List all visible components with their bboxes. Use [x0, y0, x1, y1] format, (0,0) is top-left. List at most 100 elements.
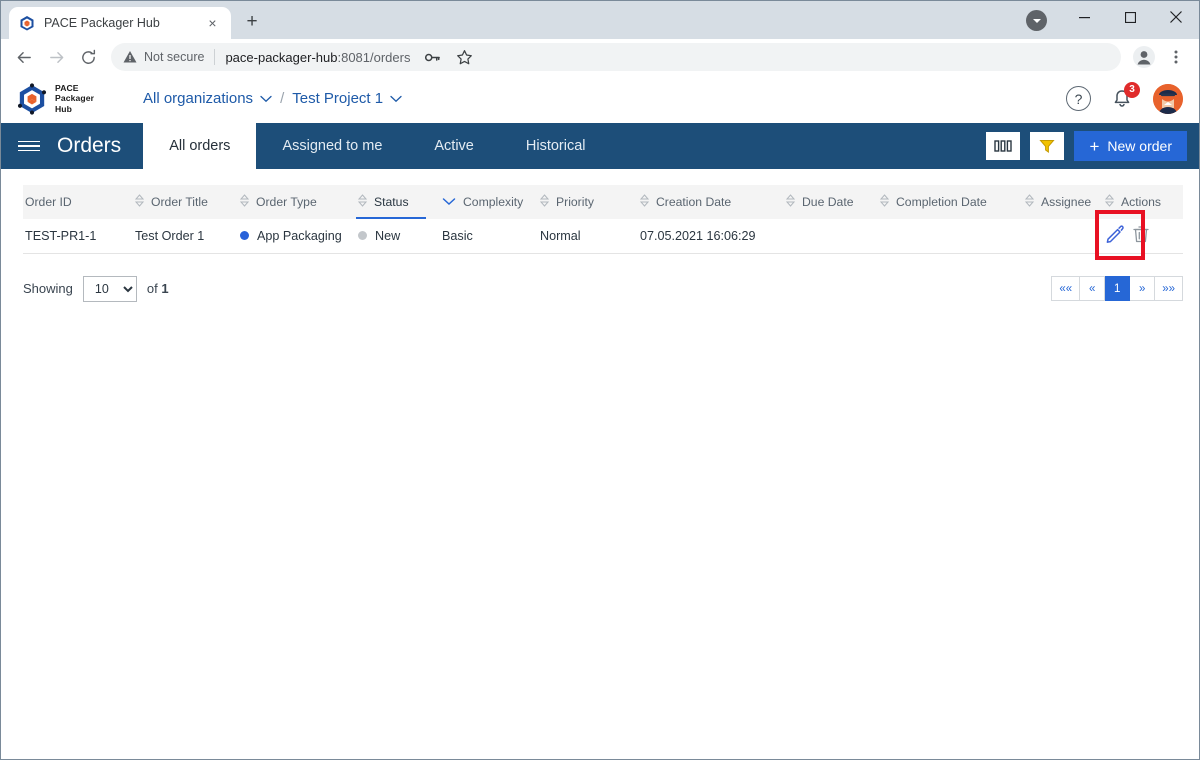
sort-icon [239, 194, 250, 210]
maximize-button[interactable] [1107, 1, 1153, 33]
more-menu-icon[interactable] [1161, 42, 1191, 72]
app-header: PACE Packager Hub All organizations / Te… [1, 75, 1199, 123]
tab-all-orders[interactable]: All orders [143, 123, 257, 169]
back-arrow-icon[interactable] [9, 42, 39, 72]
cell-order-id: TEST-PR1-1 [23, 219, 133, 254]
nav-tabs: All orders Assigned to me Active Histori… [143, 123, 611, 169]
sort-icon [1104, 194, 1115, 210]
app-logo[interactable]: PACE Packager Hub [17, 83, 129, 115]
pagination-bar: Showing 10 25 50 100 of 1 «« « 1 » »» [23, 275, 1183, 302]
table-row[interactable]: TEST-PR1-1 Test Order 1 App Packaging Ne… [23, 210, 1183, 260]
showing-label: Showing [23, 281, 73, 296]
not-secure-warning-icon [123, 50, 137, 64]
page-size-control: Showing 10 25 50 100 of 1 [23, 275, 169, 302]
app-navbar: Orders All orders Assigned to me Active … [1, 123, 1199, 169]
hamburger-menu-icon[interactable] [1, 123, 57, 169]
breadcrumb-project-label: Test Project 1 [292, 90, 384, 107]
address-bar[interactable]: Not secure pace-packager-hub:8081/orders [111, 43, 1121, 71]
notifications-button[interactable]: 3 [1109, 81, 1140, 112]
filter-funnel-icon[interactable] [1030, 132, 1065, 160]
page-next-button[interactable]: » [1130, 276, 1156, 301]
col-complexity[interactable]: Complexity [440, 185, 538, 219]
order-type-dot [240, 231, 249, 241]
brand-line-1: PACE [55, 82, 79, 93]
page-first-button[interactable]: «« [1051, 276, 1081, 301]
col-creation-date[interactable]: Creation Date [638, 185, 784, 219]
page-size-select[interactable]: 10 25 50 100 [82, 275, 137, 302]
edit-pencil-icon[interactable] [1105, 224, 1125, 247]
of-label: of [146, 281, 158, 296]
col-assignee[interactable]: Assignee [1023, 185, 1103, 219]
cube-logo-icon [19, 15, 35, 31]
cell-priority: Normal [538, 219, 638, 254]
table-header-row: Order ID Order Title Order Type Status C… [23, 185, 1183, 219]
star-icon[interactable] [449, 42, 479, 72]
sort-icon [357, 194, 368, 210]
browser-toolbar: Not secure pace-packager-hub:8081/orders [1, 39, 1199, 75]
cell-complexity: Basic [440, 219, 538, 254]
col-due-date[interactable]: Due Date [784, 185, 878, 219]
navbar-actions: + New order [986, 123, 1199, 169]
col-order-id[interactable]: Order ID [23, 185, 133, 219]
breadcrumb-separator: / [280, 90, 285, 107]
sort-icon [134, 194, 145, 210]
col-order-type-label: Order Type [256, 195, 317, 209]
page-title: Orders [57, 134, 122, 157]
omnibox-divider [214, 49, 216, 65]
close-icon[interactable]: × [204, 15, 221, 32]
browser-tab[interactable]: PACE Packager Hub × [9, 7, 231, 39]
col-priority-label: Priority [556, 195, 594, 209]
col-priority[interactable]: Priority [538, 185, 638, 219]
brand-line-3: Hub [55, 103, 73, 114]
plus-icon: + [1089, 136, 1100, 156]
col-assignee-label: Assignee [1041, 195, 1092, 209]
table-header: Order ID Order Title Order Type Status C… [23, 185, 1183, 219]
col-completion-date[interactable]: Completion Date [878, 185, 1023, 219]
chevron-down-icon [260, 90, 272, 107]
notification-badge: 3 [1124, 81, 1140, 98]
cell-order-type: App Packaging [238, 219, 356, 254]
avatar[interactable] [1153, 83, 1183, 114]
brand-line-2: Packager [55, 93, 95, 104]
help-icon[interactable]: ? [1066, 86, 1091, 111]
status-label: New [375, 228, 401, 243]
cell-assignee [1023, 219, 1103, 254]
reload-icon[interactable] [73, 42, 103, 72]
col-order-type[interactable]: Order Type [238, 185, 356, 219]
tab-assigned-to-me[interactable]: Assigned to me [256, 123, 408, 169]
columns-icon[interactable] [986, 132, 1021, 160]
sort-icon [1024, 194, 1035, 210]
orders-table: Order ID Order Title Order Type Status C… [23, 185, 1183, 260]
key-icon[interactable] [417, 42, 447, 72]
col-completion-date-label: Completion Date [896, 195, 987, 209]
new-tab-button[interactable]: + [237, 7, 267, 37]
window-controls [1061, 1, 1199, 33]
orders-content: Order ID Order Title Order Type Status C… [1, 169, 1199, 759]
sort-icon [539, 194, 550, 210]
breadcrumb-organizations-label: All organizations [143, 90, 254, 107]
breadcrumb-organizations[interactable]: All organizations [143, 90, 272, 107]
close-window-button[interactable] [1153, 1, 1199, 33]
breadcrumb-project[interactable]: Test Project 1 [292, 90, 402, 107]
new-order-button[interactable]: + New order [1074, 131, 1187, 161]
sort-icon [785, 194, 796, 210]
tab-active[interactable]: Active [408, 123, 500, 169]
page-1-button[interactable]: 1 [1105, 276, 1131, 301]
col-complexity-label: Complexity [463, 195, 524, 209]
page-last-button[interactable]: »» [1155, 276, 1183, 301]
sort-icon [879, 194, 890, 210]
tab-historical[interactable]: Historical [500, 123, 612, 169]
forward-arrow-icon[interactable] [41, 42, 71, 72]
omnibox-buttons [417, 42, 479, 72]
col-order-title[interactable]: Order Title [133, 185, 238, 219]
tab-title: PACE Packager Hub [44, 16, 160, 30]
total-value: 1 [161, 281, 169, 296]
minimize-button[interactable] [1061, 1, 1107, 33]
page-prev-button[interactable]: « [1080, 276, 1106, 301]
tab-search-icon[interactable] [1026, 10, 1047, 31]
tab-strip: PACE Packager Hub × + [1, 1, 267, 39]
page-content: PACE Packager Hub All organizations / Te… [1, 75, 1199, 759]
profile-icon[interactable] [1129, 42, 1159, 72]
browser-window: PACE Packager Hub × + Not secure pace-pa… [0, 0, 1200, 760]
col-status[interactable]: Status [356, 185, 440, 219]
